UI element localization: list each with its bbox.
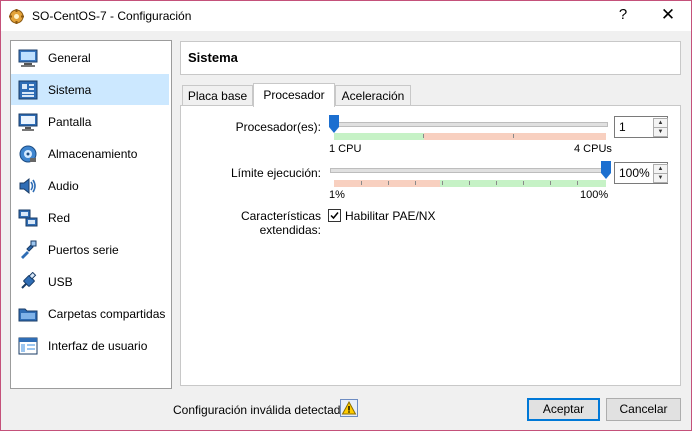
invalid-config-text: Configuración inválida detectada [173, 403, 348, 417]
exec-cap-spinbox[interactable]: 100% ▲ ▼ [614, 162, 668, 184]
help-button[interactable]: ? [613, 6, 633, 23]
tab-aceleracion[interactable]: Aceleración [335, 85, 411, 106]
exec-min-label: 1% [329, 189, 345, 201]
exec-tick [550, 181, 551, 185]
cpu-count-label: Procesador(es): [235, 120, 321, 134]
sidebar-item-red[interactable]: Red [11, 202, 169, 233]
cpu-min-label: 1 CPU [329, 143, 362, 155]
sidebar-item-audio[interactable]: Audio [11, 170, 169, 201]
spin-down-arrow-icon[interactable]: ▼ [653, 127, 668, 137]
exec-spin-arrows: ▲ ▼ [653, 164, 668, 183]
cpu-spin-arrows: ▲ ▼ [653, 118, 668, 137]
sidebar-item-label: Almacenamiento [48, 146, 138, 161]
checkmark-icon [330, 212, 339, 220]
cancel-button[interactable]: Cancelar [606, 398, 681, 421]
exec-tick [415, 181, 416, 185]
pae-nx-label[interactable]: Habilitar PAE/NX [345, 209, 435, 223]
cpu-count-spinbox[interactable]: 1 ▲ ▼ [614, 116, 668, 138]
cpu-range-bar [334, 133, 606, 140]
exec-tick [388, 181, 389, 185]
sidebar-item-label: General [48, 50, 91, 65]
sidebar-item-almacenamiento[interactable]: Almacenamiento [11, 138, 169, 169]
network-icon [17, 207, 39, 229]
sidebar-item-label: USB [48, 274, 73, 289]
settings-sidebar: General Sistema Pantalla Almacenamiento … [10, 40, 172, 389]
cpu-tick [423, 134, 424, 138]
accept-button[interactable]: Aceptar [527, 398, 600, 421]
virtualbox-app-icon [9, 9, 24, 24]
title-bar: SO-CentOS-7 - Configuración ? ✕ [1, 1, 691, 31]
monitor-general-icon [17, 47, 39, 69]
exec-slider-handle[interactable] [601, 161, 611, 179]
serial-port-icon [17, 239, 39, 261]
shared-folder-icon [17, 303, 39, 325]
cpu-slider-track[interactable] [330, 122, 608, 127]
exec-slider-track[interactable] [330, 168, 608, 173]
exec-tick [469, 181, 470, 185]
tab-procesador[interactable]: Procesador [253, 83, 335, 107]
sidebar-item-label: Red [48, 210, 71, 225]
storage-disk-icon [17, 143, 39, 165]
sidebar-item-label: Interfaz de usuario [48, 338, 148, 353]
speaker-icon [17, 175, 39, 197]
page-title: Sistema [188, 50, 238, 65]
sidebar-item-sistema[interactable]: Sistema [11, 74, 169, 105]
exec-range-bar [334, 180, 606, 187]
cpu-count-value: 1 [619, 120, 626, 134]
section-header: Sistema [180, 41, 681, 75]
sidebar-item-puertos-serie[interactable]: Puertos serie [11, 234, 169, 265]
spin-down-arrow-icon[interactable]: ▼ [653, 173, 668, 183]
cpu-slider-handle[interactable] [329, 115, 339, 133]
exec-cap-label: Límite ejecución: [230, 166, 321, 180]
sidebar-item-label: Audio [48, 178, 79, 193]
exec-tick [442, 181, 443, 185]
exec-tick [496, 181, 497, 185]
exec-tick [577, 181, 578, 185]
motherboard-icon [17, 79, 39, 101]
extended-features-label: Características extendidas: [240, 209, 321, 237]
cpu-tick [513, 134, 514, 138]
warning-icon[interactable] [340, 399, 358, 417]
sidebar-item-carpetas-compartidas[interactable]: Carpetas compartidas [11, 298, 169, 329]
sidebar-item-label: Carpetas compartidas [48, 306, 166, 321]
window-title: SO-CentOS-7 - Configuración [32, 9, 192, 23]
user-interface-icon [17, 335, 39, 357]
sidebar-item-usb[interactable]: USB [11, 266, 169, 297]
sidebar-item-pantalla[interactable]: Pantalla [11, 106, 169, 137]
cpu-max-label: 4 CPUs [574, 143, 612, 155]
sidebar-item-label: Pantalla [48, 114, 92, 129]
display-icon [17, 111, 39, 133]
sidebar-item-general[interactable]: General [11, 42, 169, 73]
exec-tick [523, 181, 524, 185]
usb-icon [17, 271, 39, 293]
tab-placa-base[interactable]: Placa base [182, 85, 253, 106]
exec-tick [361, 181, 362, 185]
sidebar-item-interfaz-usuario[interactable]: Interfaz de usuario [11, 330, 169, 361]
exec-max-label: 100% [580, 189, 609, 201]
sidebar-item-label: Puertos serie [48, 242, 119, 257]
sidebar-item-label: Sistema [48, 82, 92, 97]
close-button[interactable]: ✕ [656, 5, 680, 25]
cpu-range-overcommit [423, 133, 606, 140]
exec-cap-value: 100% [619, 166, 650, 180]
cpu-range-safe [334, 133, 424, 140]
pae-nx-checkbox[interactable] [328, 209, 341, 222]
